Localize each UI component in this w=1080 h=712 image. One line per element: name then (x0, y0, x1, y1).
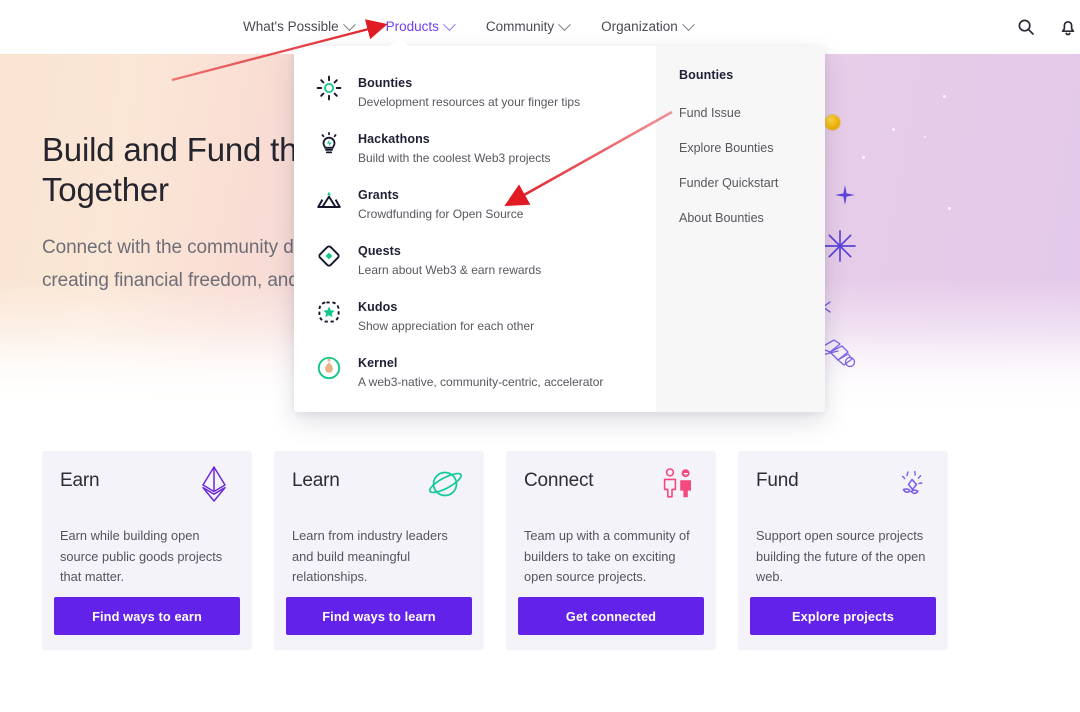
dropdown-panel-link-fund-issue[interactable]: Fund Issue (679, 95, 825, 130)
card-header: Learn (292, 468, 466, 520)
dropdown-item-subtitle: Build with the coolest Web3 projects (358, 150, 551, 165)
ethereum-diamond-icon (194, 464, 234, 504)
products-dropdown-menu: Bounties Development resources at your f… (294, 46, 825, 412)
nav-icons-group (1016, 0, 1080, 54)
card-title: Fund (756, 470, 799, 491)
feature-card-connect: Connect Team up with a community of buil… (506, 451, 716, 650)
bounties-compass-icon (316, 75, 342, 101)
dropdown-item-title: Bounties (358, 75, 413, 90)
dropdown-panel-link-about-bounties[interactable]: About Bounties (679, 200, 825, 235)
explore-projects-button[interactable]: Explore projects (750, 597, 936, 635)
nav-item-whats-possible[interactable]: What's Possible (243, 17, 356, 35)
feature-card-learn: Learn Learn from industry leaders and bu… (274, 451, 484, 650)
dropdown-panel-link-funder-quickstart[interactable]: Funder Quickstart (679, 165, 825, 200)
dropdown-item-subtitle: Development resources at your finger tip… (358, 94, 581, 109)
nav-item-label: Community (485, 19, 555, 35)
card-header: Earn (60, 466, 234, 520)
nav-item-label: Organization (601, 19, 678, 35)
dropdown-item-subtitle: A web3-native, community-centric, accele… (358, 374, 604, 389)
search-icon[interactable] (1016, 17, 1036, 37)
hackathons-lightbulb-icon (316, 131, 342, 157)
card-header: Fund (756, 468, 930, 520)
card-header: Connect (524, 468, 698, 520)
nav-item-label: What's Possible (243, 19, 339, 35)
card-body-text: Team up with a community of builders to … (524, 528, 690, 584)
quests-diamond-icon (316, 243, 342, 269)
dropdown-item-text: Bounties Development resources at your f… (358, 74, 580, 111)
dropdown-item-title: Hackathons (358, 131, 430, 146)
dropdown-item-grants[interactable]: Grants Crowdfunding for Open Source (294, 176, 656, 232)
two-people-icon (658, 464, 698, 504)
dropdown-item-title: Grants (358, 187, 399, 202)
dropdown-panel-title: Bounties (679, 68, 734, 82)
chevron-down-icon (681, 17, 695, 31)
dropdown-side-panel: Bounties Fund Issue Explore Bounties Fun… (656, 46, 825, 412)
sparkle-seed-icon (890, 464, 930, 504)
kernel-flame-icon (316, 355, 342, 381)
dropdown-item-text: Kudos Show appreciation for each other (358, 298, 534, 335)
dropdown-item-subtitle: Crowdfunding for Open Source (358, 206, 524, 221)
planet-icon (426, 464, 466, 504)
card-title: Connect (524, 470, 594, 491)
nav-item-label: Products (385, 19, 439, 35)
dropdown-item-bounties[interactable]: Bounties Development resources at your f… (294, 64, 656, 120)
get-connected-button[interactable]: Get connected (518, 597, 704, 635)
feature-cards-row: Earn Earn while building open source pub… (42, 451, 1038, 650)
nav-item-organization[interactable]: Organization (601, 17, 695, 35)
grants-mountains-icon (316, 187, 342, 213)
dropdown-item-quests[interactable]: Quests Learn about Web3 & earn rewards (294, 232, 656, 288)
kudos-star-icon (316, 299, 342, 325)
card-body-text: Support open source projects building th… (756, 528, 926, 584)
dropdown-item-text: Grants Crowdfunding for Open Source (358, 186, 523, 223)
dropdown-item-hackathons[interactable]: Hackathons Build with the coolest Web3 p… (294, 120, 656, 176)
dropdown-item-title: Kernel (358, 355, 398, 370)
nav-item-products[interactable]: Products (385, 17, 456, 35)
feature-card-fund: Fund Support open source projects buildi… (738, 451, 948, 650)
card-title: Learn (292, 470, 340, 491)
dropdown-item-text: Kernel A web3-native, community-centric,… (358, 354, 603, 391)
dropdown-item-kudos[interactable]: Kudos Show appreciation for each other (294, 288, 656, 344)
chevron-down-icon (443, 17, 456, 31)
dropdown-item-subtitle: Learn about Web3 & earn rewards (358, 262, 542, 277)
feature-card-earn: Earn Earn while building open source pub… (42, 451, 252, 650)
chevron-down-icon (558, 17, 572, 31)
dropdown-item-text: Hackathons Build with the coolest Web3 p… (358, 130, 551, 167)
card-title: Earn (60, 470, 100, 491)
page-root: What's Possible Products Community Organ… (0, 0, 1080, 712)
card-body-text: Earn while building open source public g… (60, 528, 223, 584)
dropdown-item-title: Quests (358, 243, 401, 258)
nav-item-community[interactable]: Community (485, 17, 572, 35)
find-ways-to-learn-button[interactable]: Find ways to learn (286, 597, 472, 635)
chevron-down-icon (342, 17, 356, 31)
dropdown-item-kernel[interactable]: Kernel A web3-native, community-centric,… (294, 344, 656, 400)
dropdown-item-text: Quests Learn about Web3 & earn rewards (358, 242, 541, 279)
card-body-text: Learn from industry leaders and build me… (292, 528, 448, 584)
dropdown-products-list: Bounties Development resources at your f… (294, 46, 656, 412)
bell-icon[interactable] (1058, 17, 1078, 37)
dropdown-item-subtitle: Show appreciation for each other (358, 318, 535, 333)
dropdown-item-title: Kudos (358, 299, 398, 314)
find-ways-to-earn-button[interactable]: Find ways to earn (54, 597, 240, 635)
dropdown-panel-link-explore-bounties[interactable]: Explore Bounties (679, 130, 825, 165)
